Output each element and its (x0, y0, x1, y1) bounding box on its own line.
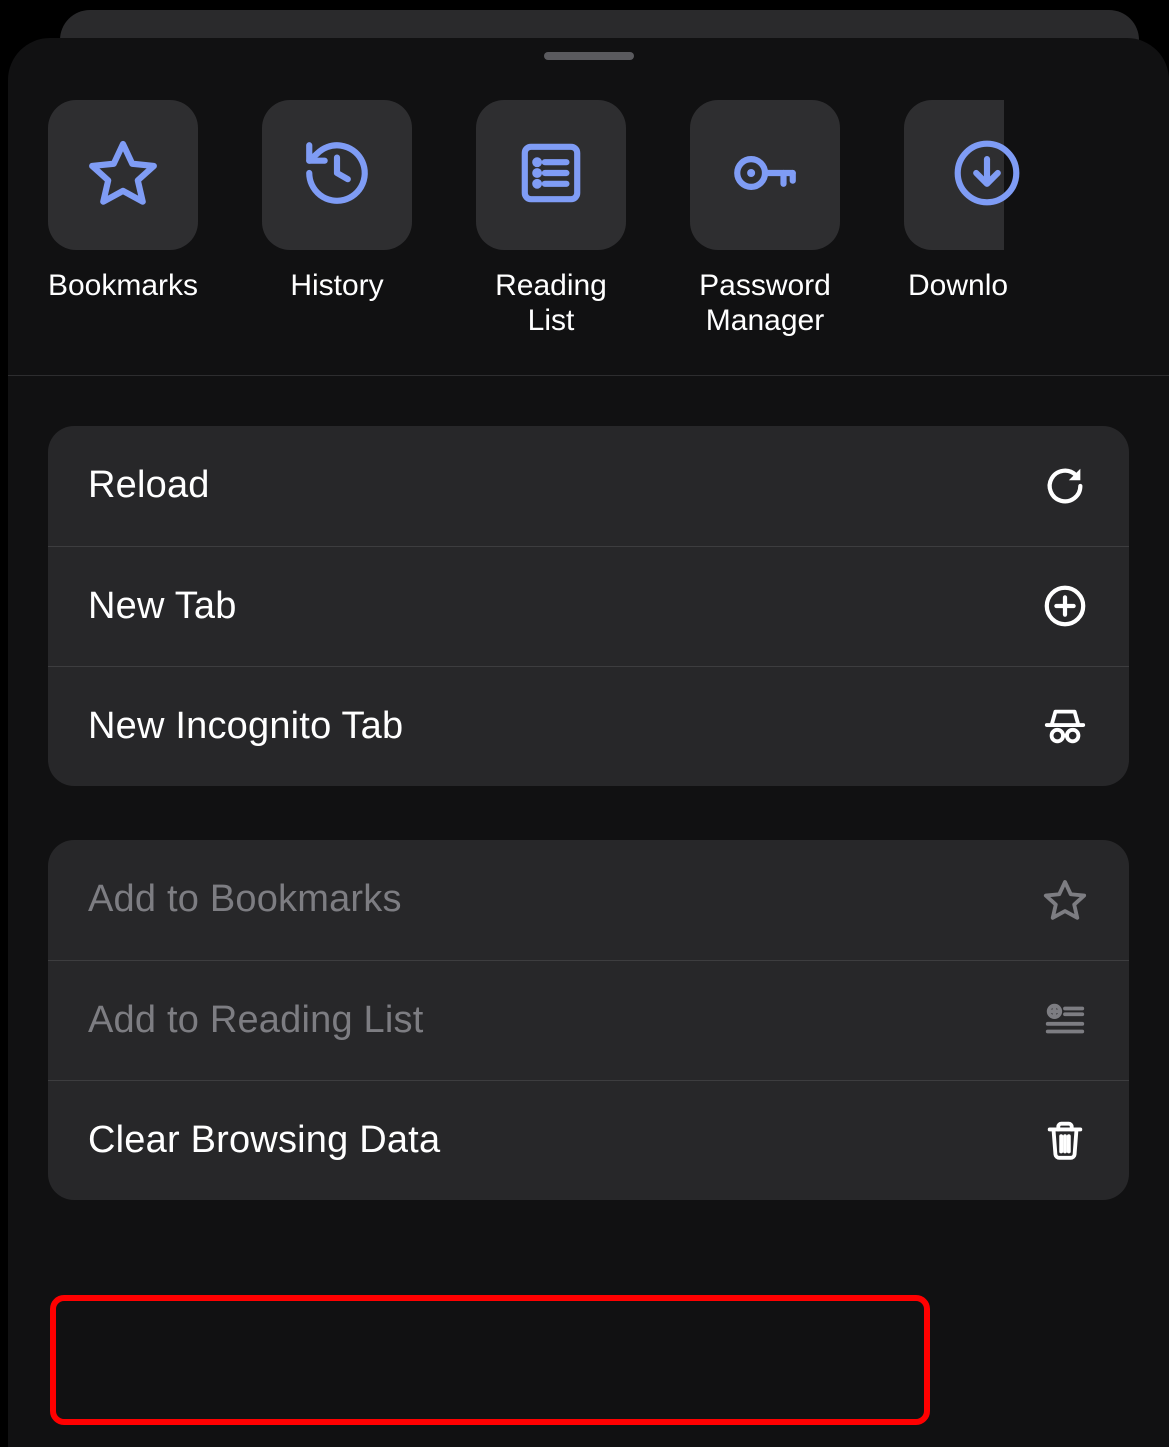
bookmarks-label: Bookmarks (48, 268, 198, 303)
new-tab-icon (1041, 582, 1089, 630)
menu-group-page-actions: Add to Bookmarks Add to Reading List (48, 840, 1129, 1200)
new-incognito-tab-label: New Incognito Tab (88, 705, 403, 748)
history-tile (262, 100, 412, 250)
star-icon (86, 136, 160, 215)
star-outline-icon (1041, 876, 1089, 924)
reading-list-icon (514, 136, 588, 215)
downloads-label: Downlo (904, 268, 1008, 303)
trash-icon (1041, 1116, 1089, 1164)
menu-groups: Reload New Tab (8, 376, 1169, 1200)
quick-action-downloads[interactable]: Downlo (904, 100, 1004, 339)
reload-label: Reload (88, 464, 210, 507)
password-manager-label: Password Manager (699, 268, 831, 339)
add-to-bookmarks-label: Add to Bookmarks (88, 878, 402, 921)
menu-item-add-to-bookmarks: Add to Bookmarks (48, 840, 1129, 960)
key-icon (728, 136, 802, 215)
quick-action-reading-list[interactable]: Reading List (476, 100, 626, 339)
menu-item-add-to-reading-list: Add to Reading List (48, 960, 1129, 1080)
quick-actions-row: Bookmarks History (8, 60, 1169, 376)
sheet-grabber[interactable] (544, 52, 634, 60)
menu-item-clear-browsing-data[interactable]: Clear Browsing Data (48, 1080, 1129, 1200)
menu-item-new-incognito-tab[interactable]: New Incognito Tab (48, 666, 1129, 786)
reading-list-label: Reading List (476, 268, 626, 339)
downloads-tile (904, 100, 1004, 250)
bookmarks-tile (48, 100, 198, 250)
history-icon (300, 136, 374, 215)
quick-action-history[interactable]: History (262, 100, 412, 339)
add-to-reading-list-label: Add to Reading List (88, 999, 423, 1042)
quick-action-bookmarks[interactable]: Bookmarks (48, 100, 198, 339)
reload-icon (1041, 462, 1089, 510)
reading-list-tile (476, 100, 626, 250)
menu-item-reload[interactable]: Reload (48, 426, 1129, 546)
menu-sheet: Bookmarks History (8, 38, 1169, 1447)
clear-browsing-data-label: Clear Browsing Data (88, 1119, 440, 1162)
add-reading-list-icon (1041, 996, 1089, 1044)
history-label: History (290, 268, 383, 303)
menu-item-new-tab[interactable]: New Tab (48, 546, 1129, 666)
password-manager-tile (690, 100, 840, 250)
new-tab-label: New Tab (88, 585, 237, 628)
download-icon (950, 136, 1004, 215)
incognito-icon (1041, 702, 1089, 750)
menu-group-navigation: Reload New Tab (48, 426, 1129, 786)
quick-action-password-manager[interactable]: Password Manager (690, 100, 840, 339)
